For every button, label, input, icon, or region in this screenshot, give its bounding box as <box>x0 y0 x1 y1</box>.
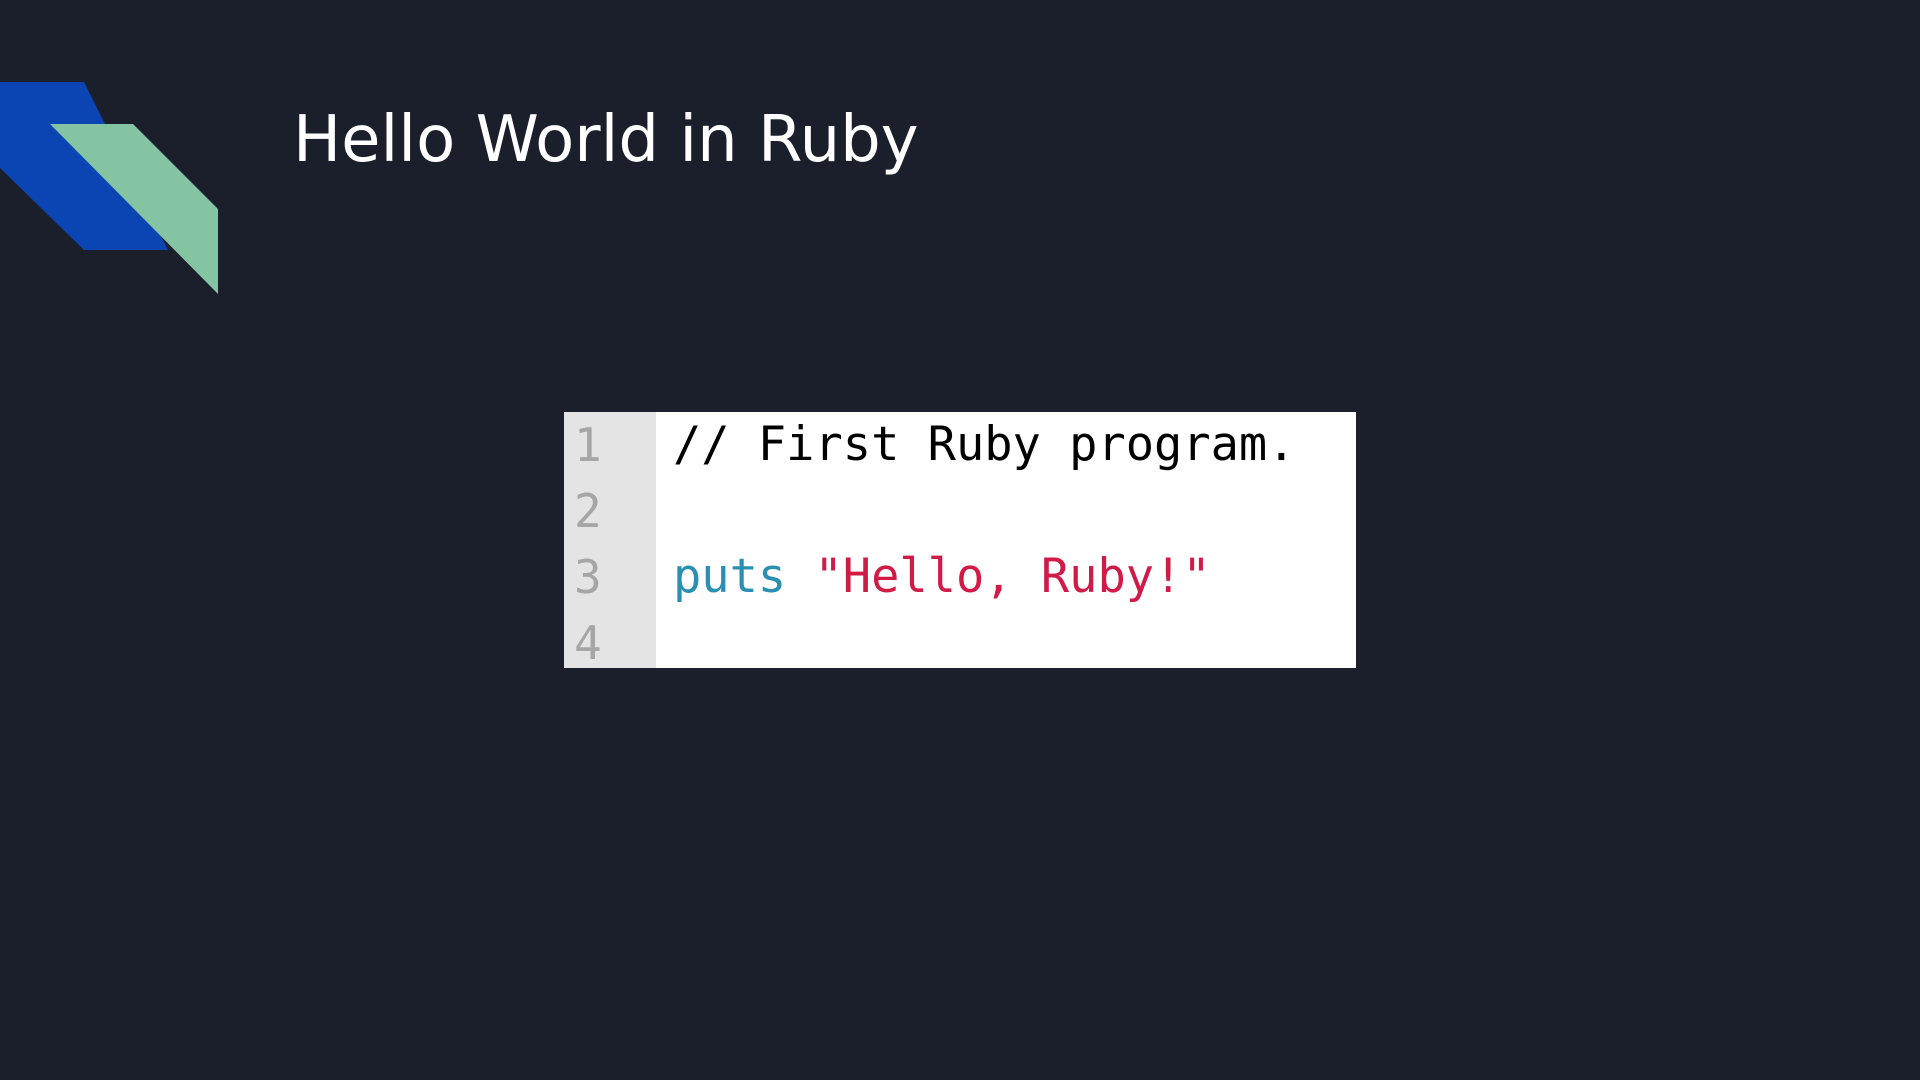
code-line-1: // First Ruby program. <box>673 412 1356 478</box>
code-snippet: 1 2 3 4 // First Ruby program. puts "Hel… <box>564 412 1356 668</box>
line-number-1: 1 <box>574 418 602 472</box>
code-line-3: puts "Hello, Ruby!" <box>673 544 1356 610</box>
code-keyword-puts: puts <box>673 549 787 604</box>
slide: Hello World in Ruby 1 2 3 4 // First Rub… <box>0 0 1920 1080</box>
line-number-3: 3 <box>574 550 602 604</box>
code-comment: // First Ruby program. <box>673 417 1296 472</box>
code-string-literal: "Hello, Ruby!" <box>814 549 1211 604</box>
slide-title: Hello World in Ruby <box>293 103 919 177</box>
decorative-accent-stripes <box>0 82 218 294</box>
code-body: // First Ruby program. puts "Hello, Ruby… <box>656 412 1356 668</box>
line-number-gutter: 1 2 3 4 <box>564 412 656 668</box>
line-number-2: 2 <box>574 484 602 538</box>
line-number-4: 4 <box>574 616 602 668</box>
